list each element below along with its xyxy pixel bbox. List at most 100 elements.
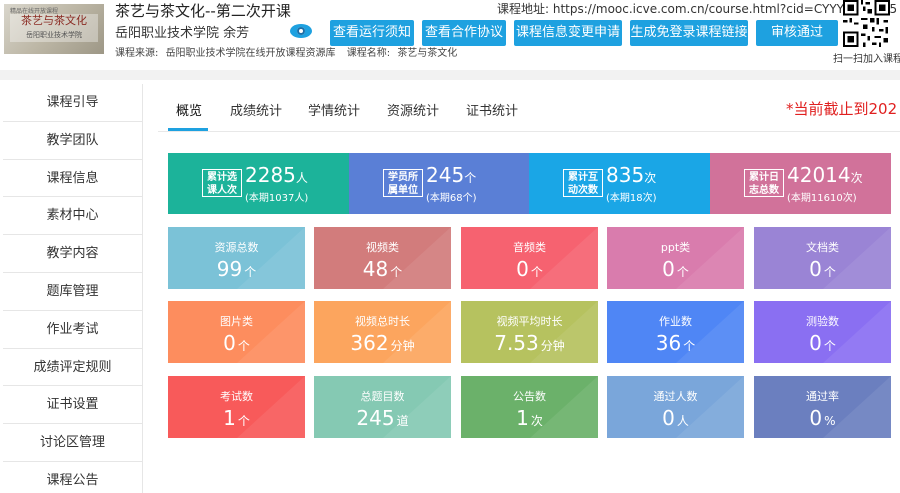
card-value: 36 个 xyxy=(655,331,696,355)
deadline-notice: *当前截止到202 xyxy=(786,100,898,118)
banner-total-enrollment: 累计选课人次 2285人 (本期1037人) xyxy=(168,153,349,214)
approved-button[interactable]: 审核通过 xyxy=(756,20,838,46)
card-value: 362 分钟 xyxy=(350,331,415,355)
sidebar-item-discussion-management[interactable]: 讨论区管理 xyxy=(3,424,142,462)
card-announcement-count: 公告数 1次 xyxy=(461,376,598,438)
banner-badge: 学员所属单位 xyxy=(383,169,423,197)
sidebar-item-homework-exam[interactable]: 作业考试 xyxy=(3,311,142,349)
course-source-line: 课程来源: 岳阳职业技术学院在线开放课程资源库 课程名称: 茶艺与茶文化 xyxy=(115,44,461,59)
cover-title-block: 茶艺与茶文化 岳阳职业技术学院 xyxy=(10,14,98,42)
course-title: 茶艺与茶文化--第二次开课 xyxy=(115,2,291,20)
banner-badge: 累计选课人次 xyxy=(202,169,242,197)
course-info-change-request-button[interactable]: 课程信息变更申请 xyxy=(514,20,622,46)
tab-overview[interactable]: 概览 xyxy=(176,100,202,119)
banner-sub: (本期18次) xyxy=(606,193,657,204)
card-passed-count: 通过人数 0人 xyxy=(607,376,744,438)
card-exam-count: 考试数 1个 xyxy=(168,376,305,438)
banner-sub: (本期11610次) xyxy=(787,193,857,204)
sidebar-item-teaching-team[interactable]: 教学团队 xyxy=(3,122,142,160)
course-cover-image: 精品在线开放课程 茶艺与茶文化 岳阳职业技术学院 xyxy=(4,4,104,54)
eye-icon[interactable] xyxy=(290,24,312,38)
banner-learner-units: 学员所属单位 245个 (本期68个) xyxy=(349,153,529,214)
card-label: 资源总数 xyxy=(214,241,259,254)
card-label: 音频类 xyxy=(513,241,546,254)
card-label: 视频平均时长 xyxy=(496,315,563,328)
sidebar-item-teaching-content[interactable]: 教学内容 xyxy=(3,235,142,273)
url-label: 课程地址: xyxy=(497,2,550,16)
card-image: 图片类 0个 xyxy=(168,301,305,363)
card-resource-total: 资源总数 99 个 xyxy=(168,227,305,289)
card-label: 考试数 xyxy=(220,390,253,403)
cover-title: 茶艺与茶文化 xyxy=(21,14,87,27)
banner-value: 42014次 xyxy=(787,163,863,187)
view-run-notice-button[interactable]: 查看运行须知 xyxy=(330,20,414,46)
sidebar-item-grading-rules[interactable]: 成绩评定规则 xyxy=(3,349,142,387)
card-label: 通过人数 xyxy=(653,390,698,403)
card-document: 文档类 0个 xyxy=(754,227,891,289)
tab-resource-stats[interactable]: 资源统计 xyxy=(387,100,439,119)
card-homework-count: 作业数 36 个 xyxy=(607,301,744,363)
card-value: 7.53 分钟 xyxy=(494,331,565,355)
card-value: 1次 xyxy=(516,406,543,430)
school-teacher: 岳阳职业技术学院 余芳 xyxy=(115,26,250,41)
card-label: 通过率 xyxy=(806,390,839,403)
banner-sub: (本期68个) xyxy=(426,193,477,204)
card-value: 0个 xyxy=(516,257,543,281)
qr-caption: 扫一扫加入课程 xyxy=(833,54,900,65)
card-label: 视频类 xyxy=(366,241,399,254)
sidebar-item-material-center[interactable]: 素材中心 xyxy=(3,197,142,236)
sidebar-item-course-info[interactable]: 课程信息 xyxy=(3,160,142,198)
sidebar-item-course-announcements[interactable]: 课程公告 xyxy=(3,462,142,493)
sidebar-item-course-guide[interactable]: 课程引导 xyxy=(3,84,142,122)
sidebar-item-question-bank[interactable]: 题库管理 xyxy=(3,273,142,311)
card-label: 视频总时长 xyxy=(355,315,410,328)
card-total-questions: 总题目数 245 道 xyxy=(314,376,451,438)
card-value: 0个 xyxy=(223,331,250,355)
card-label: 总题目数 xyxy=(360,390,405,403)
card-value: 48 个 xyxy=(362,257,403,281)
card-quiz-count: 测验数 0个 xyxy=(754,301,891,363)
banner-badge: 累计日志总数 xyxy=(744,169,784,197)
card-value: 0% xyxy=(809,406,836,430)
banner-sub: (本期1037人) xyxy=(245,193,309,204)
cover-subtitle: 岳阳职业技术学院 xyxy=(26,31,82,39)
view-cooperation-agreement-button[interactable]: 查看合作协议 xyxy=(422,20,506,46)
card-label: 测验数 xyxy=(806,315,839,328)
card-value: 0人 xyxy=(662,406,689,430)
active-tab-indicator xyxy=(168,128,208,131)
header-divider xyxy=(0,70,900,80)
card-audio: 音频类 0个 xyxy=(461,227,598,289)
card-video-total-duration: 视频总时长 362 分钟 xyxy=(314,301,451,363)
sidebar: 课程引导 教学团队 课程信息 素材中心 教学内容 题库管理 作业考试 成绩评定规… xyxy=(3,84,143,493)
generate-login-free-link-button[interactable]: 生成免登录课程链接 xyxy=(630,20,748,46)
banner-total-logs: 累计日志总数 42014次 (本期11610次) xyxy=(710,153,891,214)
qr-code xyxy=(843,0,890,47)
banner-interactions: 累计互动次数 835次 (本期18次) xyxy=(529,153,710,214)
card-label: ppt类 xyxy=(660,241,691,254)
card-ppt: ppt类 0个 xyxy=(607,227,744,289)
card-value: 0个 xyxy=(809,257,836,281)
tab-certificate-stats[interactable]: 证书统计 xyxy=(466,100,518,119)
tab-learning-stats[interactable]: 学情统计 xyxy=(308,100,360,119)
card-label: 作业数 xyxy=(659,315,692,328)
banner-value: 835次 xyxy=(606,163,657,187)
card-value: 99 个 xyxy=(216,257,257,281)
course-name-value: 茶艺与茶文化 xyxy=(397,48,458,59)
card-video: 视频类 48 个 xyxy=(314,227,451,289)
card-pass-rate: 通过率 0% xyxy=(754,376,891,438)
tab-score-stats[interactable]: 成绩统计 xyxy=(230,100,282,119)
source-value: 岳阳职业技术学院在线开放课程资源库 xyxy=(165,48,336,59)
card-value: 0个 xyxy=(809,331,836,355)
course-url: 课程地址: https://mooc.icve.com.cn/course.ht… xyxy=(497,0,897,17)
banner-value: 2285人 xyxy=(245,163,308,187)
card-label: 图片类 xyxy=(220,315,253,328)
source-label: 课程来源: xyxy=(115,48,159,59)
card-label: 公告数 xyxy=(513,390,546,403)
banner-value: 245个 xyxy=(426,163,477,187)
course-header: 精品在线开放课程 茶艺与茶文化 岳阳职业技术学院 茶艺与茶文化--第二次开课 岳… xyxy=(0,0,900,66)
course-name-label: 课程名称: xyxy=(346,48,391,59)
card-value: 1个 xyxy=(223,406,250,430)
card-value: 245 道 xyxy=(356,406,409,430)
card-video-avg-duration: 视频平均时长 7.53 分钟 xyxy=(461,301,598,363)
sidebar-item-certificate-settings[interactable]: 证书设置 xyxy=(3,386,142,425)
